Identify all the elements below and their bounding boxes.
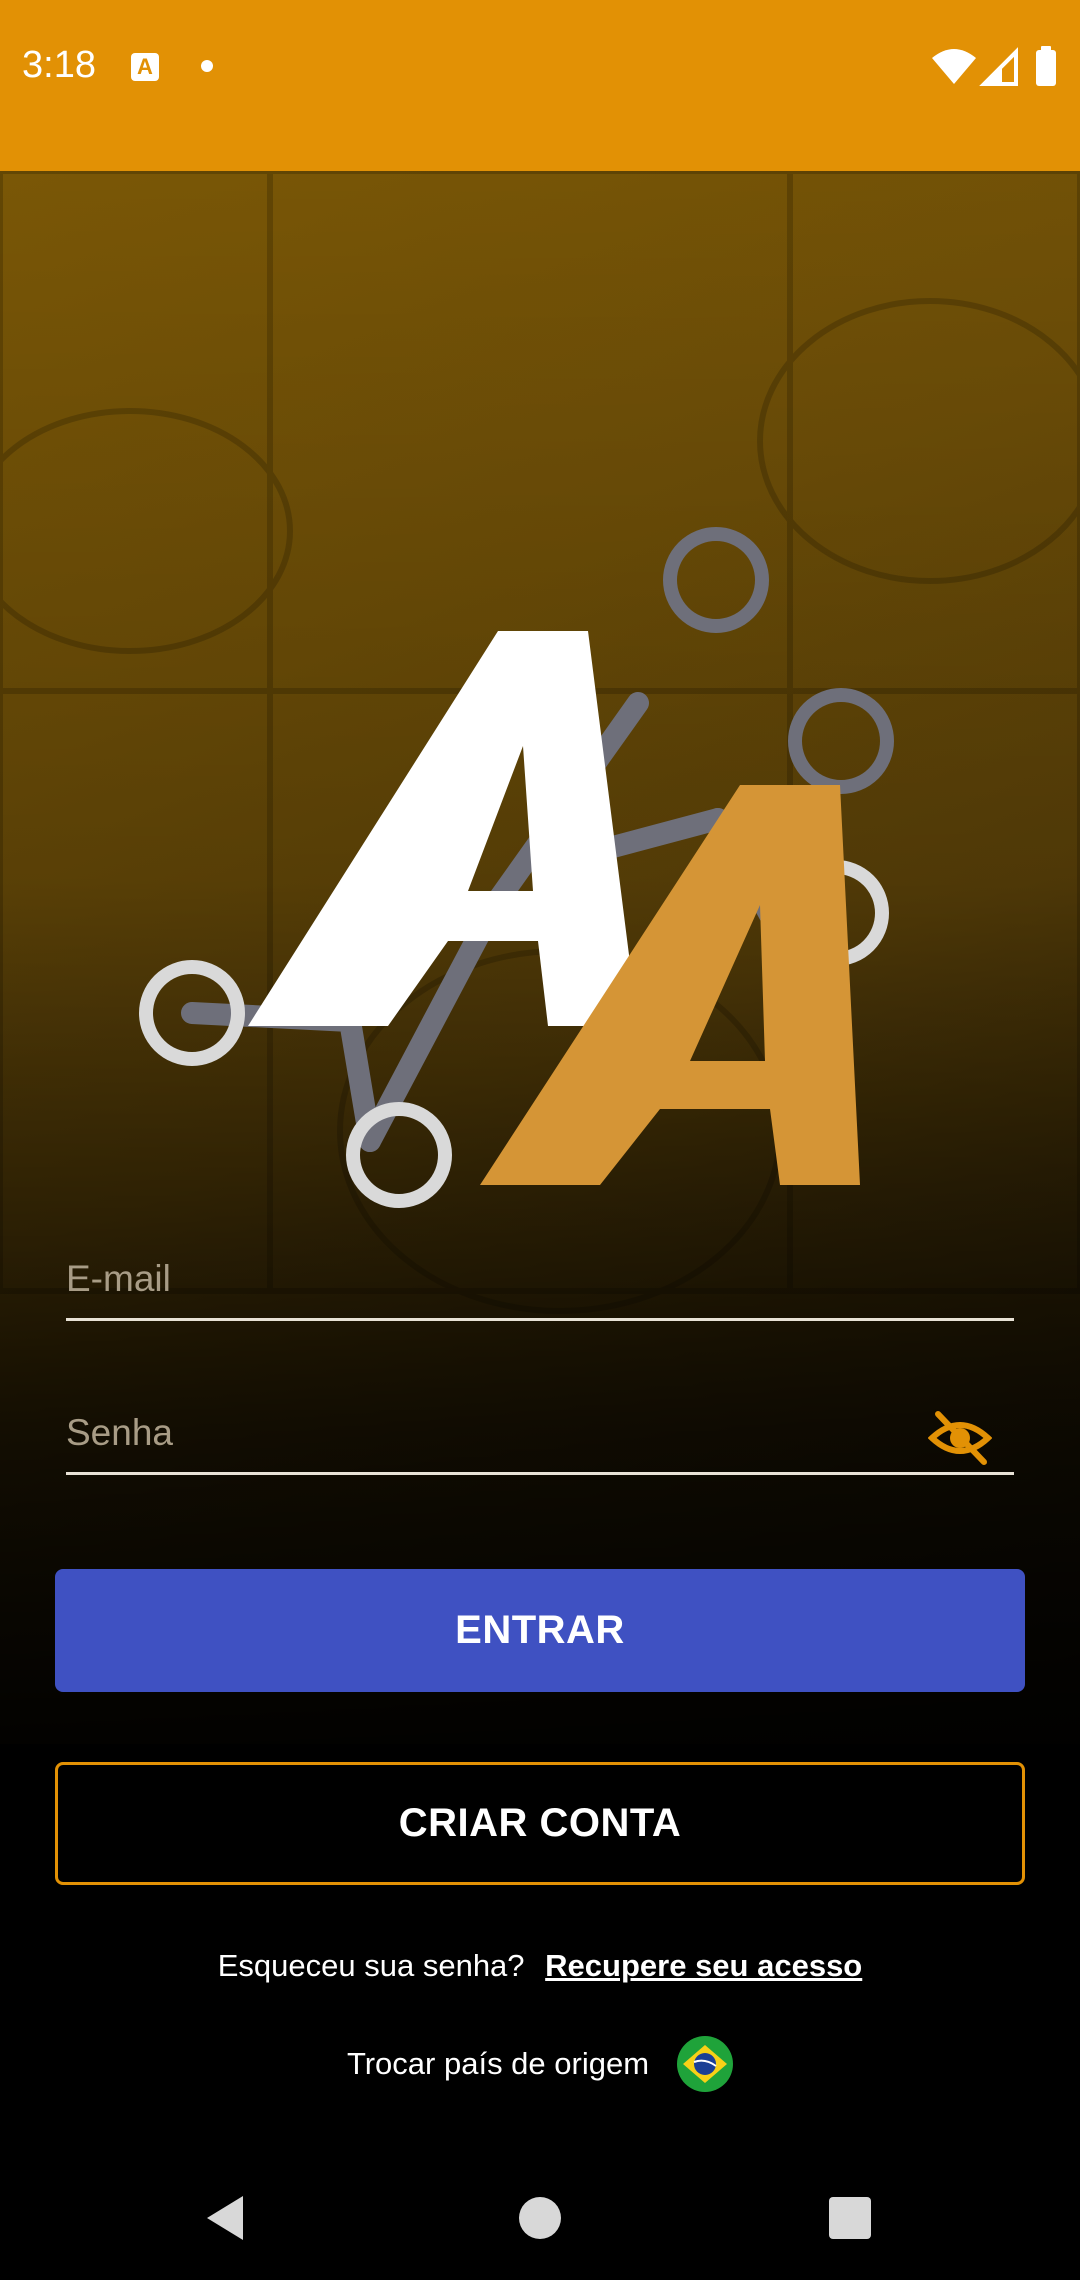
status-indicators — [932, 46, 1056, 86]
notification-dot-icon — [201, 60, 213, 72]
app-a-icon: A — [131, 53, 159, 81]
status-time: 3:18 — [22, 44, 96, 86]
recents-icon[interactable] — [829, 2197, 871, 2239]
wifi-icon — [932, 49, 976, 84]
forgot-password-row: Esqueceu sua senha? Recupere seu acesso — [0, 1948, 1080, 1984]
back-icon[interactable] — [203, 2194, 249, 2242]
email-underline — [66, 1318, 1014, 1321]
eye-off-icon[interactable] — [928, 1406, 992, 1470]
status-bar: 3:18 A — [0, 0, 1080, 171]
home-icon[interactable] — [519, 2197, 561, 2239]
app-logo — [139, 527, 894, 1208]
recover-access-link[interactable]: Recupere seu acesso — [545, 1948, 862, 1983]
password-input[interactable] — [66, 1412, 1014, 1472]
enter-button[interactable]: ENTRAR — [55, 1569, 1025, 1692]
forgot-password-text: Esqueceu sua senha? — [217, 1948, 525, 1983]
create-account-button[interactable]: CRIAR CONTA — [55, 1762, 1025, 1885]
login-background — [0, 171, 1080, 1744]
battery-icon — [1036, 50, 1056, 86]
password-field-container — [66, 1411, 1014, 1475]
brazil-flag-icon[interactable] — [677, 2036, 734, 2092]
email-field-container — [66, 1258, 1014, 1321]
change-country-row[interactable]: Trocar país de origem — [0, 2036, 1080, 2092]
change-country-text[interactable]: Trocar país de origem — [347, 2046, 649, 2082]
email-input[interactable] — [66, 1258, 1014, 1318]
password-underline — [66, 1472, 1014, 1475]
system-nav-bar — [0, 2170, 1080, 2280]
